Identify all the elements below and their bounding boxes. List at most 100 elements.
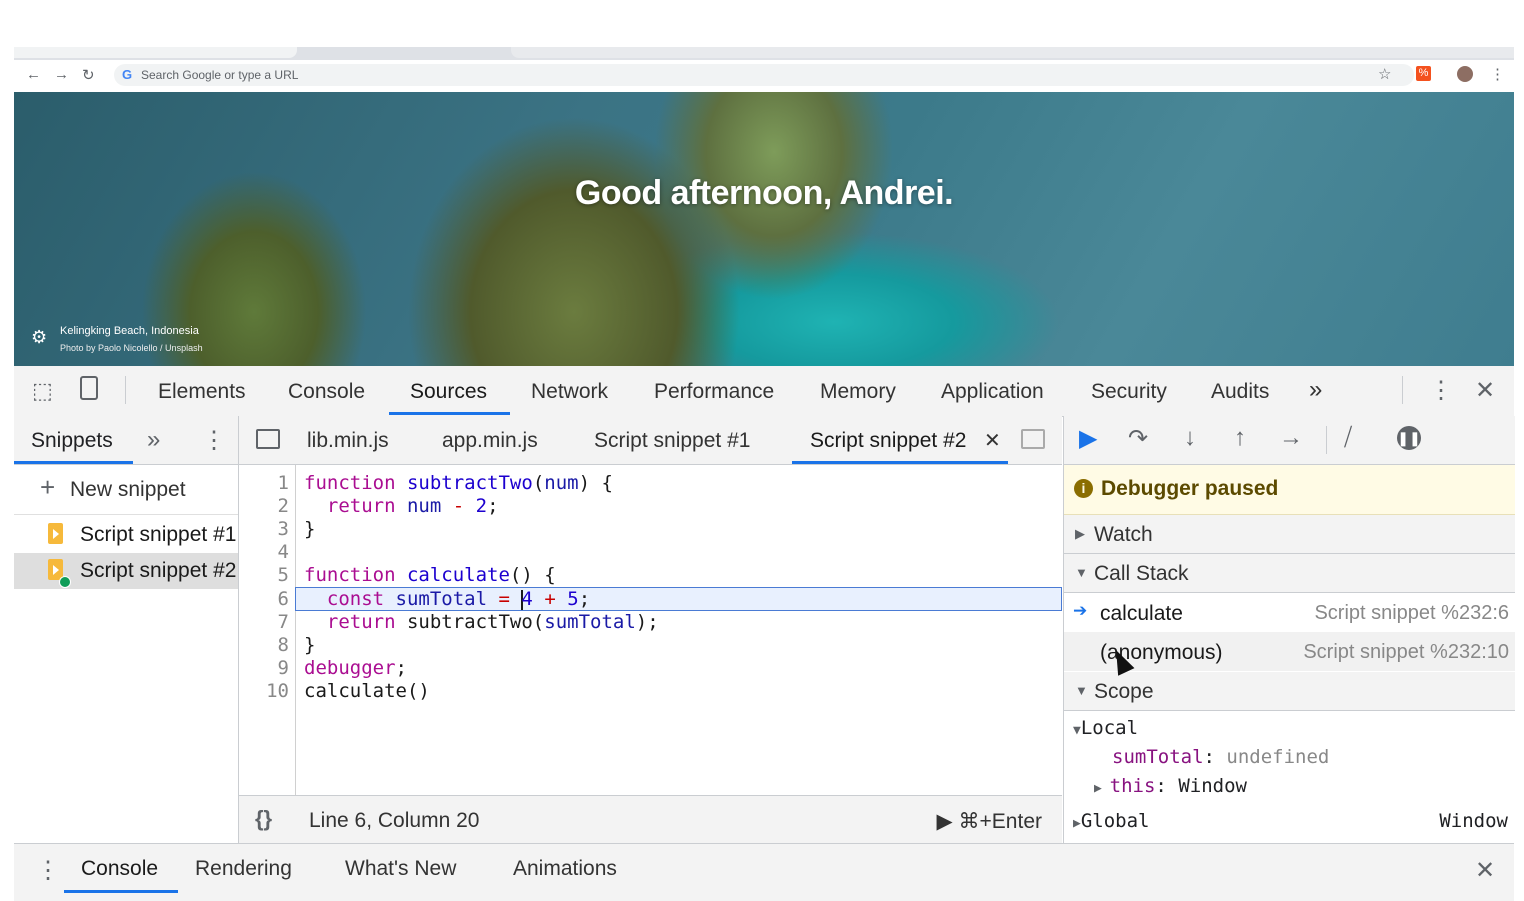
play-icon: ▶ xyxy=(936,810,959,833)
more-tabs-icon[interactable]: » xyxy=(1309,376,1322,404)
scope-section-header[interactable]: ▼ Scope xyxy=(1064,672,1515,711)
browser-toolbar: ← → ↻ G Search Google or type a URL ☆ % … xyxy=(14,60,1514,93)
profile-avatar[interactable] xyxy=(1457,66,1473,82)
close-tab-icon[interactable]: ✕ xyxy=(984,428,1001,453)
paused-label: Debugger paused xyxy=(1101,477,1279,500)
watch-label: Watch xyxy=(1094,523,1153,546)
line-number[interactable]: 4 xyxy=(278,541,289,563)
editor-tab[interactable]: Script snippet #1 xyxy=(594,429,750,453)
global-label: Global xyxy=(1080,810,1150,832)
drawer-tab-animations[interactable]: Animations xyxy=(513,857,617,881)
line-number[interactable]: 1 xyxy=(278,472,289,494)
step-into-icon[interactable]: ↓ xyxy=(1184,424,1196,452)
reload-icon[interactable]: ↻ xyxy=(82,66,95,84)
drawer-menu-icon[interactable]: ⋮ xyxy=(36,856,60,885)
more-navigator-tabs-icon[interactable]: » xyxy=(147,426,160,454)
tab-memory[interactable]: Memory xyxy=(820,380,896,404)
frame-location[interactable]: Script snippet %232:10 xyxy=(1303,641,1509,664)
navigator-menu-icon[interactable]: ⋮ xyxy=(202,426,226,455)
photo-location: Kelingking Beach, Indonesia xyxy=(60,325,199,337)
greeting-text: Good afternoon, Andrei. xyxy=(574,174,954,212)
tab-security[interactable]: Security xyxy=(1091,380,1167,404)
local-scope-header[interactable]: ▼Local xyxy=(1073,717,1138,739)
editor-tab[interactable]: lib.min.js xyxy=(307,429,389,453)
line-number[interactable]: 10 xyxy=(266,680,289,702)
watch-section-header[interactable]: ▶ Watch xyxy=(1064,515,1515,554)
step-out-icon[interactable]: ↑ xyxy=(1234,424,1246,452)
line-number[interactable]: 9 xyxy=(278,657,289,679)
tab-application[interactable]: Application xyxy=(941,380,1044,404)
frame-location[interactable]: Script snippet %232:6 xyxy=(1314,602,1509,625)
google-icon: G xyxy=(122,67,133,82)
snippet-item-selected[interactable]: Script snippet #2 xyxy=(14,553,238,589)
tab-sources[interactable]: Sources xyxy=(410,380,487,404)
pretty-print-icon[interactable]: {} xyxy=(255,806,272,832)
omnibox[interactable]: G Search Google or type a URL xyxy=(114,64,1414,86)
line-number[interactable]: 8 xyxy=(278,634,289,656)
tab-snippets[interactable]: Snippets xyxy=(31,429,113,453)
snippet-item[interactable]: Script snippet #1 xyxy=(14,517,238,553)
code-line: } xyxy=(304,634,316,656)
code-line: debugger; xyxy=(304,657,407,679)
toggle-debugger-icon[interactable] xyxy=(1021,429,1045,449)
run-shortcut-label: ⌘+Enter xyxy=(958,810,1042,833)
toggle-navigator-icon[interactable] xyxy=(256,429,280,449)
line-number[interactable]: 5 xyxy=(278,564,289,586)
settings-gear-icon[interactable]: ⚙ xyxy=(31,327,47,348)
code-area[interactable]: function subtractTwo(num) { return num -… xyxy=(295,465,1062,795)
drawer-tab-rendering[interactable]: Rendering xyxy=(195,857,292,881)
customize-menu-icon[interactable]: ⋮ xyxy=(1429,376,1453,405)
forward-arrow-icon[interactable]: → xyxy=(54,66,69,83)
back-arrow-icon[interactable]: ← xyxy=(26,66,41,83)
tab-console[interactable]: Console xyxy=(288,380,365,404)
navigator-tabbar: Snippets » ⋮ xyxy=(14,416,238,465)
close-drawer-icon[interactable]: ✕ xyxy=(1475,856,1495,885)
info-icon: i xyxy=(1074,479,1093,498)
device-toolbar-icon[interactable] xyxy=(80,376,98,400)
code-line: calculate() xyxy=(304,680,430,702)
chrome-menu-icon[interactable]: ⋮ xyxy=(1490,65,1505,83)
line-number[interactable]: 3 xyxy=(278,518,289,540)
extension-icon[interactable]: % xyxy=(1416,66,1431,81)
scope-variable[interactable]: sumTotal: undefined xyxy=(1112,746,1329,768)
code-line: function calculate() { xyxy=(304,564,556,586)
snippet-file-icon xyxy=(48,523,63,544)
variable-value: Window xyxy=(1178,775,1247,797)
editor-tab-active[interactable]: Script snippet #2 xyxy=(810,429,966,453)
browser-tab[interactable] xyxy=(511,47,1514,58)
current-frame-arrow-icon: ➔ xyxy=(1073,601,1088,620)
active-tab-indicator xyxy=(64,890,178,893)
photo-credit[interactable]: Photo by Paolo Nicolello / Unsplash xyxy=(60,343,203,353)
variable-name: sumTotal xyxy=(1112,746,1204,768)
tab-elements[interactable]: Elements xyxy=(158,380,246,404)
new-snippet-button[interactable]: + New snippet xyxy=(14,464,238,515)
scope-variable[interactable]: ▶ this: Window xyxy=(1094,775,1247,797)
drawer-tab-console[interactable]: Console xyxy=(81,857,158,881)
deactivate-breakpoints-icon[interactable]: ⧸ xyxy=(1344,424,1352,452)
line-number[interactable]: 6 xyxy=(278,588,289,610)
call-frame[interactable]: ➔ calculate Script snippet %232:6 xyxy=(1064,593,1515,632)
editor-tab[interactable]: app.min.js xyxy=(442,429,538,453)
inspect-element-icon[interactable]: ⬚ xyxy=(32,378,53,404)
debugger-toolbar: ▶ ↷ ↓ ↑ → ⧸ ❚❚ xyxy=(1064,416,1515,465)
line-number[interactable]: 7 xyxy=(278,611,289,633)
tab-performance[interactable]: Performance xyxy=(654,380,774,404)
global-scope-header[interactable]: ▶Global xyxy=(1073,810,1149,832)
step-over-icon[interactable]: ↷ xyxy=(1128,424,1148,453)
step-icon[interactable]: → xyxy=(1279,424,1303,452)
global-scope-value: Window xyxy=(1439,810,1508,832)
browser-tab-active[interactable] xyxy=(14,47,297,58)
run-snippet-button[interactable]: ▶ ⌘+Enter xyxy=(937,809,1042,834)
call-stack-section-header[interactable]: ▼ Call Stack xyxy=(1064,554,1515,593)
devtools-main-tabbar: ⬚ Elements Console Sources Network Perfo… xyxy=(14,366,1514,417)
star-icon[interactable]: ☆ xyxy=(1378,65,1391,83)
tab-audits[interactable]: Audits xyxy=(1211,380,1269,404)
drawer-tab-whats-new[interactable]: What's New xyxy=(345,857,456,881)
line-number[interactable]: 2 xyxy=(278,495,289,517)
resume-icon[interactable]: ▶ xyxy=(1079,424,1097,453)
active-tab-indicator xyxy=(389,412,510,415)
divider xyxy=(1326,426,1327,454)
tab-network[interactable]: Network xyxy=(531,380,608,404)
close-devtools-icon[interactable]: ✕ xyxy=(1475,376,1495,405)
pause-on-exceptions-icon[interactable]: ❚❚ xyxy=(1397,426,1421,450)
